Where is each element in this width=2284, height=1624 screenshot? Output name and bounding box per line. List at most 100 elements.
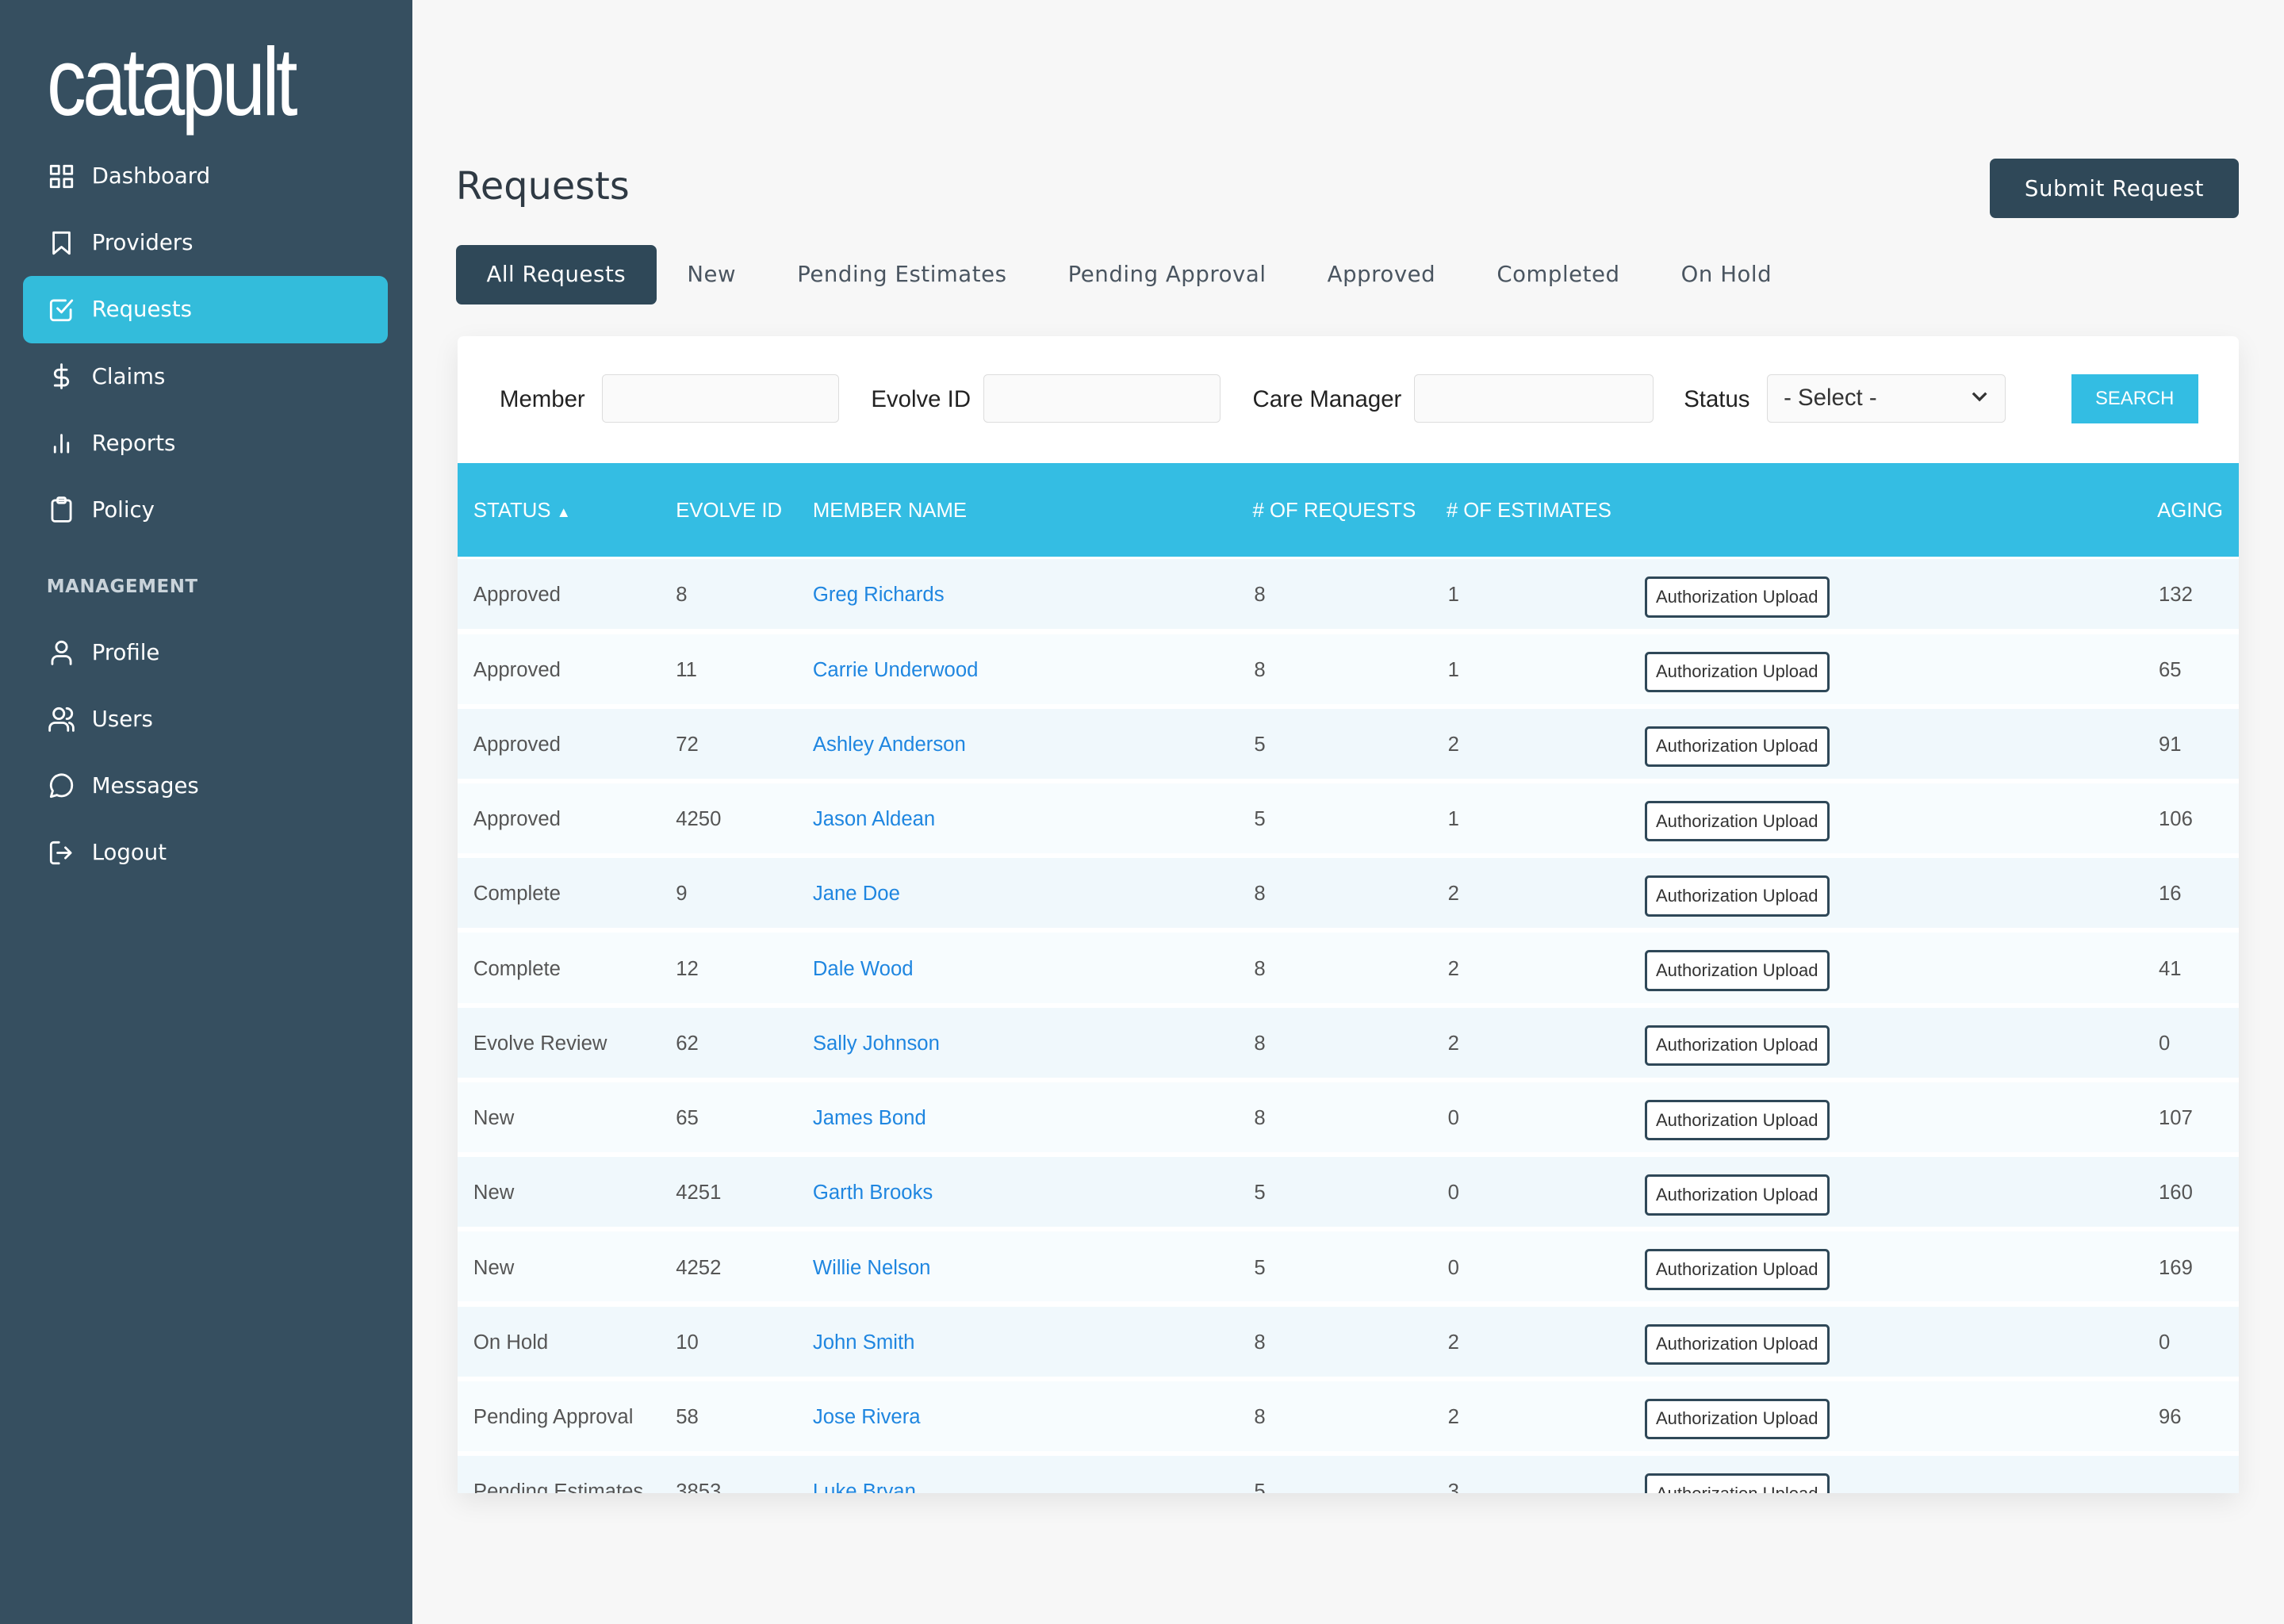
tab-pending-approval[interactable]: Pending Approval [1037,245,1297,304]
header-aging[interactable]: AGING [2157,500,2223,523]
aging-cell: 91 [2158,733,2182,756]
sidebar-item-label: Requests [91,297,192,323]
evolve-id-cell: 4252 [676,1256,722,1279]
management-section-label: MANAGEMENT [46,576,198,598]
evolve-id-cell: 72 [676,733,699,756]
care-manager-input[interactable] [1414,374,1654,423]
requests-cell: 8 [1254,883,1266,906]
requests-cell: 5 [1254,808,1266,831]
status-cell: Evolve Review [473,1032,607,1055]
authorization-upload-button[interactable]: Authorization Upload [1644,726,1830,768]
member-name-link[interactable]: Garth Brooks [813,1182,933,1205]
sidebar-item-messages[interactable]: Messages [23,753,387,819]
member-name-link[interactable]: Luke Bryan [813,1480,916,1492]
authorization-upload-button[interactable]: Authorization Upload [1644,1323,1830,1365]
estimates-cell: 3 [1447,1480,1459,1493]
sidebar-item-label: Reports [91,430,176,456]
table-row: Approved 8 Greg Richards 8 1 132 Authorization… [457,559,2239,630]
header-estimates[interactable]: # OF ESTIMATES [1447,500,1611,523]
aging-cell: 65 [2158,658,2182,681]
users-icon [48,707,75,733]
sidebar-item-reports[interactable]: Reports [23,409,387,476]
estimates-cell: 0 [1447,1107,1459,1130]
tab-bar: All Requests New Pending Estimates Pending … [455,244,1803,304]
member-input[interactable] [601,374,839,423]
dollar-icon [53,363,69,389]
member-name-link[interactable]: Greg Richards [813,584,945,607]
header-status[interactable]: STATUS ▲ [473,500,571,523]
sidebar-item-providers[interactable]: Providers [23,209,387,276]
sidebar-item-profile[interactable]: Profile [23,619,387,686]
evolve-id-cell: 62 [676,1032,699,1055]
evolve-id-cell: 9 [676,883,688,906]
member-label: Member [499,385,585,412]
authorization-upload-button[interactable]: Authorization Upload [1644,1099,1830,1141]
care-manager-label: Care Manager [1252,385,1402,412]
sidebar-item-policy[interactable]: Policy [23,477,387,543]
aging-cell: 96 [2158,1405,2182,1428]
bar-chart-icon [53,434,69,454]
user-icon [51,641,72,666]
tab-all-requests[interactable]: All Requests [455,244,657,304]
aging-cell: 0 [2158,1331,2171,1354]
status-cell: On Hold [473,1331,549,1354]
requests-card: Member Evolve ID Care Manager Status - S… [457,336,2239,1493]
sidebar-item-label: Users [91,706,153,732]
header-requests[interactable]: # OF REQUESTS [1253,500,1416,523]
authorization-upload-button[interactable]: Authorization Upload [1644,800,1830,842]
status-select[interactable]: - Select - [1766,374,2006,423]
sidebar-item-label: Claims [91,363,166,389]
sidebar-item-dashboard[interactable]: Dashboard [23,143,387,209]
requests-cell: 8 [1254,584,1266,607]
sidebar-item-logout[interactable]: Logout [23,819,387,886]
table-row: Pending Estimates 3853 Luke Bryan 5 3 Authori… [457,1455,2239,1493]
sidebar-item-label: Providers [91,230,194,256]
member-name-link[interactable]: Carrie Underwood [813,659,979,682]
submit-request-button[interactable]: Submit Request [1989,159,2239,219]
status-cell: Approved [473,658,561,681]
authorization-upload-button[interactable]: Authorization Upload [1644,1025,1830,1067]
authorization-upload-button[interactable]: Authorization Upload [1644,1174,1830,1216]
tab-on-hold[interactable]: On Hold [1650,245,1803,304]
status-cell: Pending Estimates [473,1480,644,1493]
authorization-upload-button[interactable]: Authorization Upload [1644,950,1830,991]
tab-completed[interactable]: Completed [1466,245,1650,304]
member-name-link[interactable]: James Bond [813,1107,926,1130]
member-name-link[interactable]: Jose Rivera [813,1406,921,1429]
header-evolve-id[interactable]: EVOLVE ID [676,500,782,523]
authorization-upload-button[interactable]: Authorization Upload [1644,1473,1830,1493]
table-row: New 65 James Bond 8 0 107 Authorization Upload [457,1082,2239,1152]
authorization-upload-button[interactable]: Authorization Upload [1644,651,1830,692]
sidebar-item-claims[interactable]: Claims [23,343,387,409]
status-cell: Pending Approval [473,1405,634,1428]
chevron-down-icon [1972,392,1987,402]
estimates-cell: 1 [1447,584,1459,607]
member-name-link[interactable]: Willie Nelson [813,1257,931,1280]
tab-new[interactable]: New [657,245,767,304]
authorization-upload-button[interactable]: Authorization Upload [1644,1249,1830,1290]
sidebar-item-requests[interactable]: Requests [23,276,388,343]
authorization-upload-button[interactable]: Authorization Upload [1644,576,1830,618]
header-member-name[interactable]: MEMBER NAME [813,500,967,523]
tab-pending-estimates[interactable]: Pending Estimates [767,245,1037,304]
evolve-id-input[interactable] [983,374,1221,423]
member-name-link[interactable]: Jason Aldean [813,808,935,831]
aging-cell: 41 [2158,957,2182,980]
member-name-link[interactable]: Ashley Anderson [813,733,966,756]
evolve-id-label: Evolve ID [871,385,971,412]
member-name-link[interactable]: Sally Johnson [813,1032,940,1055]
check-square-icon [49,299,73,322]
member-name-link[interactable]: John Smith [813,1331,915,1354]
requests-cell: 8 [1254,1032,1266,1055]
member-name-link[interactable]: Dale Wood [813,958,914,981]
tab-approved[interactable]: Approved [1297,245,1466,304]
search-button[interactable]: SEARCH [2071,374,2198,424]
sidebar-item-users[interactable]: Users [23,686,387,753]
evolve-id-cell: 58 [676,1405,699,1428]
header-status-label: STATUS [473,499,551,522]
member-name-link[interactable]: Jane Doe [813,883,900,906]
authorization-upload-button[interactable]: Authorization Upload [1644,875,1830,917]
requests-cell: 5 [1254,1182,1266,1205]
authorization-upload-button[interactable]: Authorization Upload [1644,1398,1830,1440]
estimates-cell: 2 [1447,883,1459,906]
